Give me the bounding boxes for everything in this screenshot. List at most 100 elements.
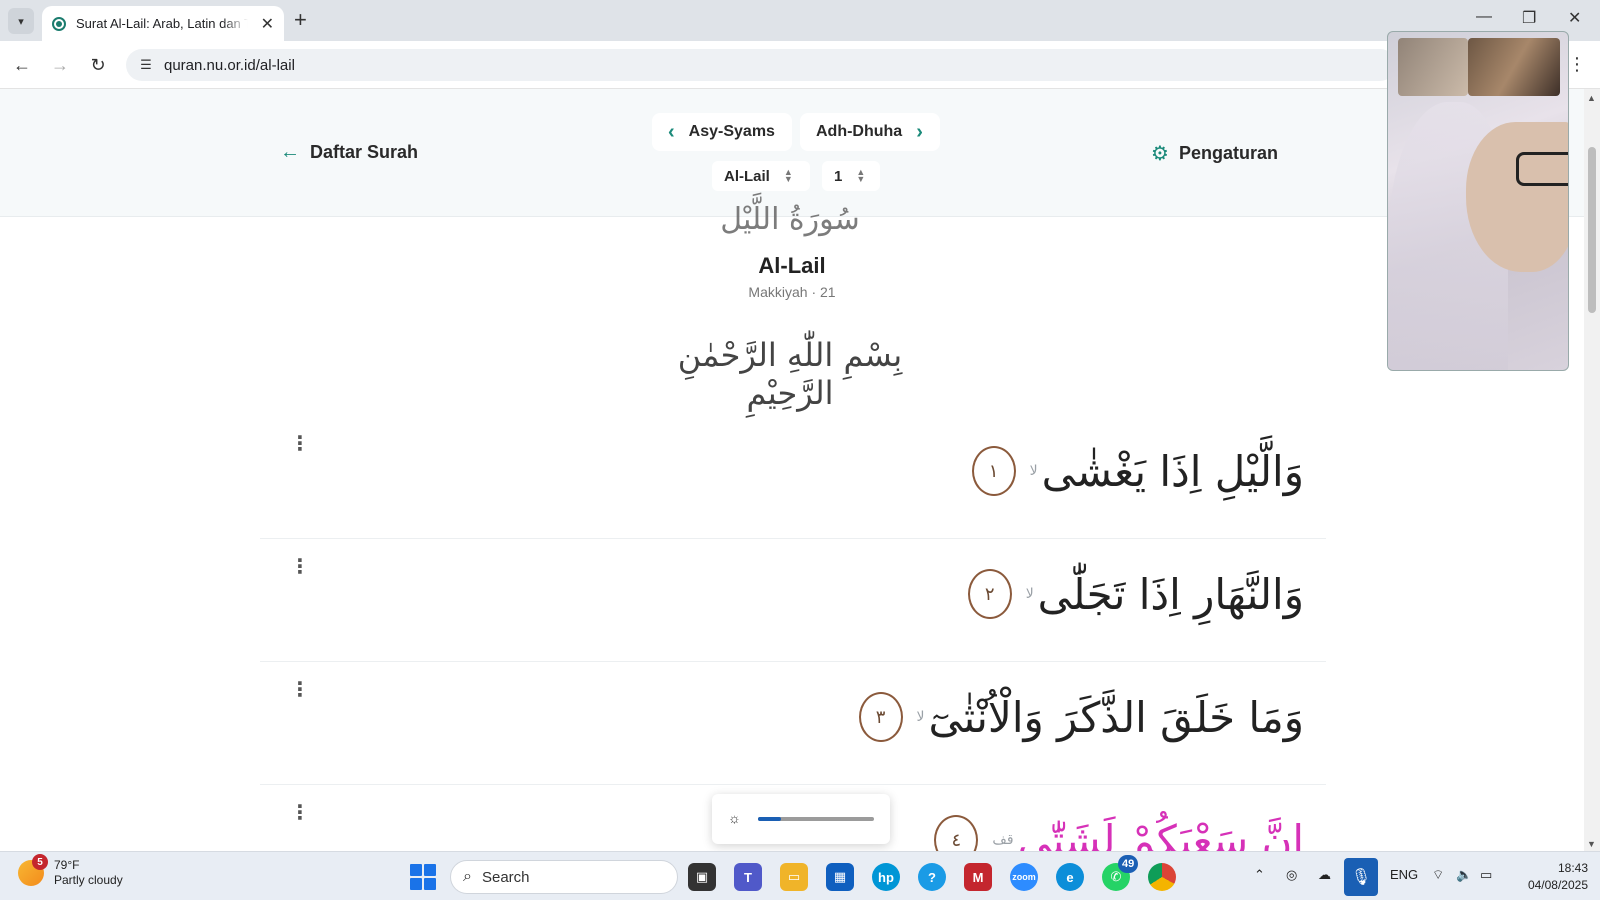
settings-button[interactable]: ⚙ Pengaturan [1151,141,1278,166]
waqf-mark: لا [1029,463,1038,479]
surah-calligraphy: سُورَةُ اللَّيْل [720,202,860,237]
new-tab-plus-icon[interactable]: + [294,9,307,31]
ayah-arabic-text: وَالَّيْلِ اِذَا يَغْشٰى لا ١ [971,446,1304,496]
ayah-arabic-text: وَمَا خَلَقَ الذَّكَرَ وَالْاُنْثٰىٓ لا … [858,692,1304,742]
ayah-row: ⋮ وَالنَّهَارِ اِذَا تَجَلّٰى لا ٢ [260,539,1326,662]
window-close-icon[interactable]: ✕ [1568,8,1581,28]
video-call-overlay[interactable] [1387,31,1569,371]
mcafee-icon[interactable]: M [964,863,992,891]
settings-label: Pengaturan [1178,143,1278,163]
chevron-down-icon: ▾ [18,15,24,28]
onedrive-icon[interactable]: ☁ [1318,867,1331,883]
prev-surah-button[interactable]: ‹ Asy-Syams [652,113,792,151]
whatsapp-icon[interactable]: ✆ 49 [1102,855,1139,891]
ayah-row: ⋮ وَمَا خَلَقَ الذَّكَرَ وَالْاُنْثٰىٓ ل… [260,662,1326,785]
surah-select[interactable]: Al-Lail ▲ ▼ [712,161,810,191]
page-scrollbar[interactable]: ▲ ▼ [1584,89,1600,851]
battery-icon[interactable]: ▭ [1480,867,1492,883]
back-arrow-icon[interactable]: ← [10,53,34,77]
weather-desc: Partly cloudy [54,873,123,887]
address-bar[interactable]: ☰ quran.nu.or.id/al-lail [126,49,1396,81]
ayah-text: وَمَا خَلَقَ الذَّكَرَ وَالْاُنْثٰىٓ [928,692,1304,742]
gear-icon: ⚙ [1151,143,1169,165]
search-icon: ⌕ [463,868,472,885]
ayah-number-badge: ٤ [934,815,979,851]
browser-tab-active[interactable]: Surat Al-Lail: Arab, Latin dan Terjemah … [42,6,284,41]
more-options-icon[interactable]: ⋮ [290,803,310,823]
scroll-up-icon[interactable]: ▲ [1587,93,1596,103]
surah-name: Al-Lail [758,253,826,278]
taskbar-search[interactable]: ⌕ Search [450,860,678,894]
volume-icon[interactable]: 🔈 [1456,867,1472,883]
brightness-sun-icon: ☼ [728,810,741,826]
ayah-text: وَالنَّهَارِ اِذَا تَجَلّٰى [1037,569,1304,619]
page-header: ← Daftar Surah ‹ Asy-Syams Adh-Dhuha › A… [0,89,1584,217]
teams-icon[interactable]: T [734,863,762,891]
task-view-icon[interactable]: ▣ [688,863,716,891]
more-options-icon[interactable]: ⋮ [290,680,310,700]
chrome-icon[interactable] [1148,863,1176,891]
tab-title: Surat Al-Lail: Arab, Latin dan Terjemah [76,16,248,31]
system-clock[interactable]: 18:43 04/08/2025 [1512,860,1588,894]
site-info-icon[interactable]: ☰ [136,55,156,75]
scroll-down-icon[interactable]: ▼ [1587,839,1596,849]
next-surah-label: Adh-Dhuha [816,123,903,140]
restore-icon[interactable]: ❐ [1522,8,1536,28]
url-text[interactable]: quran.nu.or.id/al-lail [164,57,295,74]
brightness-slider[interactable] [758,817,874,821]
next-surah-button[interactable]: Adh-Dhuha › [800,113,940,151]
hp-icon[interactable]: hp [872,863,900,891]
tray-app-icon[interactable]: ◎ [1286,867,1297,883]
language-indicator[interactable]: ENG [1390,867,1418,882]
microphone-icon[interactable]: 🎙 [1344,858,1378,896]
waqf-mark: لا [1025,586,1034,602]
tab-search-button[interactable]: ▾ [8,8,34,34]
whatsapp-badge: 49 [1118,855,1139,873]
minimize-icon[interactable]: — [1476,8,1492,26]
daftar-surah-link[interactable]: ← Daftar Surah [280,141,418,164]
start-windows-icon[interactable] [410,864,436,890]
ayah-row: ⋮ وَالَّيْلِ اِذَا يَغْشٰى لا ١ [260,416,1326,539]
basmalah: بِسْمِ اللّٰهِ الرَّحْمٰنِ الرَّحِيْمِ [677,336,903,412]
weather-temp: 79°F [54,858,80,872]
surah-select-value: Al-Lail [724,167,770,185]
daftar-surah-label: Daftar Surah [310,142,419,162]
help-icon[interactable]: ? [918,863,946,891]
waqf-mark: لا [916,709,925,725]
site-favicon-icon [52,16,66,31]
browser-toolbar: ← → ↻ ☰ quran.nu.or.id/al-lail [0,41,1600,89]
store-icon[interactable]: ▦ [826,863,854,891]
arrow-left-icon: ← [280,141,300,163]
reload-icon[interactable]: ↻ [86,53,110,77]
scrollbar-thumb[interactable] [1588,147,1596,313]
weather-widget[interactable]: 5 79°F Partly cloudy [18,854,123,888]
video-person-glasses [1516,152,1568,186]
ayah-arabic-text: وَالنَّهَارِ اِذَا تَجَلّٰى لا ٢ [967,569,1304,619]
self-view-thumbnail[interactable] [1468,38,1560,96]
ayah-number-badge: ١ [971,446,1016,496]
wifi-icon[interactable]: ⌔ [1432,867,1444,883]
file-explorer-icon[interactable]: ▭ [780,863,808,891]
ayah-number-badge: ٢ [967,569,1012,619]
windows-taskbar: 5 79°F Partly cloudy ⌕ Search ▣ T ▭ ▦ hp… [0,851,1600,900]
tray-chevron-up-icon[interactable]: ⌃ [1254,867,1265,883]
surah-meta: Makkiyah · 21 [748,284,836,300]
zoom-icon[interactable]: zoom [1010,863,1038,891]
waqf-mark: قف [992,832,1014,848]
ayah-select[interactable]: 1 ▲ ▼ [822,161,880,191]
more-options-icon[interactable]: ⋮ [290,557,310,577]
browser-tabbar: ▾ Surat Al-Lail: Arab, Latin dan Terjema… [0,0,1600,41]
browser-menu-icon[interactable]: ⋮ [1568,54,1586,75]
edge-icon[interactable]: e [1056,863,1084,891]
more-options-icon[interactable]: ⋮ [290,434,310,454]
close-icon[interactable]: ✕ [261,14,274,34]
forward-arrow-icon[interactable]: → [48,53,72,77]
ayah-select-value: 1 [834,167,843,185]
prev-surah-label: Asy-Syams [688,123,775,140]
ayah-arabic-text: اِنَّ سَعْيَكُمْ لَشَتّٰى قف ٤ [934,815,1304,851]
chevron-right-icon: › [916,120,923,143]
clock-date: 04/08/2025 [1527,878,1588,892]
chevron-left-icon: ‹ [668,120,675,143]
weather-badge: 5 [32,854,48,870]
ayah-text: اِنَّ سَعْيَكُمْ لَشَتّٰى [1017,815,1304,852]
